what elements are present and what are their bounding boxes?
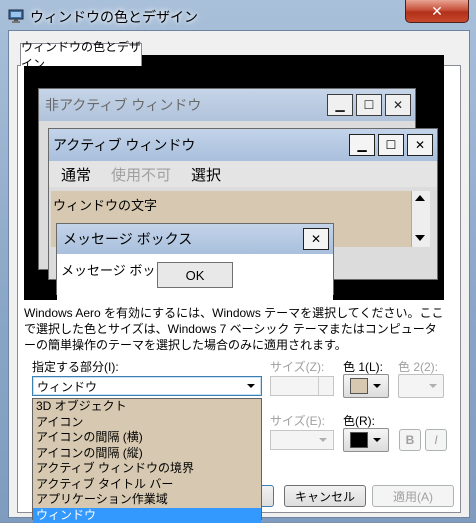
dropdown-option[interactable]: 3D オブジェクト (33, 399, 261, 415)
color1-label: 色 1(L): (343, 358, 383, 375)
message-box-body: メッセージ ボックスの文字 OK (57, 254, 333, 300)
dropdown-option[interactable]: アプリケーション作業域 (33, 492, 261, 508)
color2-button[interactable] (398, 374, 444, 398)
cancel-button[interactable]: キャンセル (284, 485, 366, 507)
dropdown-option[interactable]: アクティブ ウィンドウの境界 (33, 461, 261, 477)
item-dropdown-list[interactable]: 3D オブジェクトアイコンアイコンの間隔 (横)アイコンの間隔 (縦)アクティブ… (32, 398, 262, 520)
message-box-title: メッセージ ボックス (63, 229, 300, 249)
chevron-down-icon (247, 384, 255, 388)
window-title: ウィンドウの色とデザイン (30, 7, 198, 27)
item-selected-value: ウィンドウ (33, 378, 247, 395)
aero-description: Windows Aero を有効にするには、Windows テーマを選択してくだ… (24, 305, 444, 353)
close-icon: ✕ (431, 3, 443, 20)
color1-swatch (350, 378, 368, 394)
font-size-label: サイズ(E): (270, 412, 325, 429)
ok-button-sample[interactable]: OK (157, 262, 233, 288)
dropdown-option[interactable]: アイコンの間隔 (横) (33, 430, 261, 446)
item-label: 指定する部分(I): (32, 358, 119, 375)
minimize-icon: ▁ (327, 94, 353, 116)
font-size-select[interactable] (270, 430, 334, 450)
dropdown-option[interactable]: ウィンドウ (33, 508, 261, 523)
font-color-label: 色(R): (343, 412, 375, 429)
font-color-button[interactable] (343, 428, 389, 452)
dropdown-option[interactable]: アクティブ タイトル バー (33, 477, 261, 493)
item-select[interactable]: ウィンドウ (32, 376, 262, 396)
apply-button[interactable]: 適用(A) (372, 485, 454, 507)
minimize-icon: ▁ (349, 134, 375, 156)
chevron-down-icon (373, 438, 381, 442)
chevron-down-icon (429, 384, 437, 388)
spinner-arrows-icon (318, 377, 333, 395)
message-box-sample[interactable]: メッセージ ボックス ✕ メッセージ ボックスの文字 OK (56, 223, 334, 295)
bold-button[interactable]: B (399, 429, 421, 451)
inactive-window-title: 非アクティブ ウィンドウ (45, 95, 324, 115)
size1-label: サイズ(Z): (270, 358, 324, 375)
size1-spinner[interactable] (270, 376, 334, 396)
close-icon: ✕ (385, 94, 411, 116)
maximize-icon: ☐ (378, 134, 404, 156)
dropdown-option[interactable]: アイコンの間隔 (縦) (33, 446, 261, 462)
font-color-swatch (350, 432, 368, 448)
dropdown-option[interactable]: アイコン (33, 415, 261, 431)
close-icon: ✕ (407, 134, 433, 156)
scroll-up-icon (415, 195, 425, 201)
menu-selected[interactable]: 選択 (191, 164, 221, 185)
appearance-preview[interactable]: 非アクティブ ウィンドウ ▁ ☐ ✕ アクティブ ウィンドウ ▁ ☐ ✕ 通常 … (24, 55, 444, 300)
chevron-down-icon (319, 438, 327, 442)
italic-button[interactable]: I (425, 429, 447, 451)
active-window-title: アクティブ ウィンドウ (53, 135, 346, 155)
color2-label: 色 2(2): (398, 358, 438, 375)
close-icon: ✕ (303, 228, 329, 250)
scroll-down-icon (415, 235, 425, 241)
menu-bar-sample[interactable]: 通常 使用不可 選択 (49, 161, 437, 187)
chevron-down-icon (373, 384, 381, 388)
scrollbar-sample[interactable] (411, 191, 430, 247)
menu-disabled[interactable]: 使用不可 (111, 164, 171, 185)
close-button[interactable]: ✕ (405, 0, 469, 23)
menu-normal[interactable]: 通常 (61, 164, 91, 185)
tab-window-color[interactable]: ウィンドウの色とデザイン (20, 43, 142, 66)
color1-button[interactable] (343, 374, 389, 398)
maximize-icon: ☐ (356, 94, 382, 116)
display-settings-icon (8, 8, 24, 24)
